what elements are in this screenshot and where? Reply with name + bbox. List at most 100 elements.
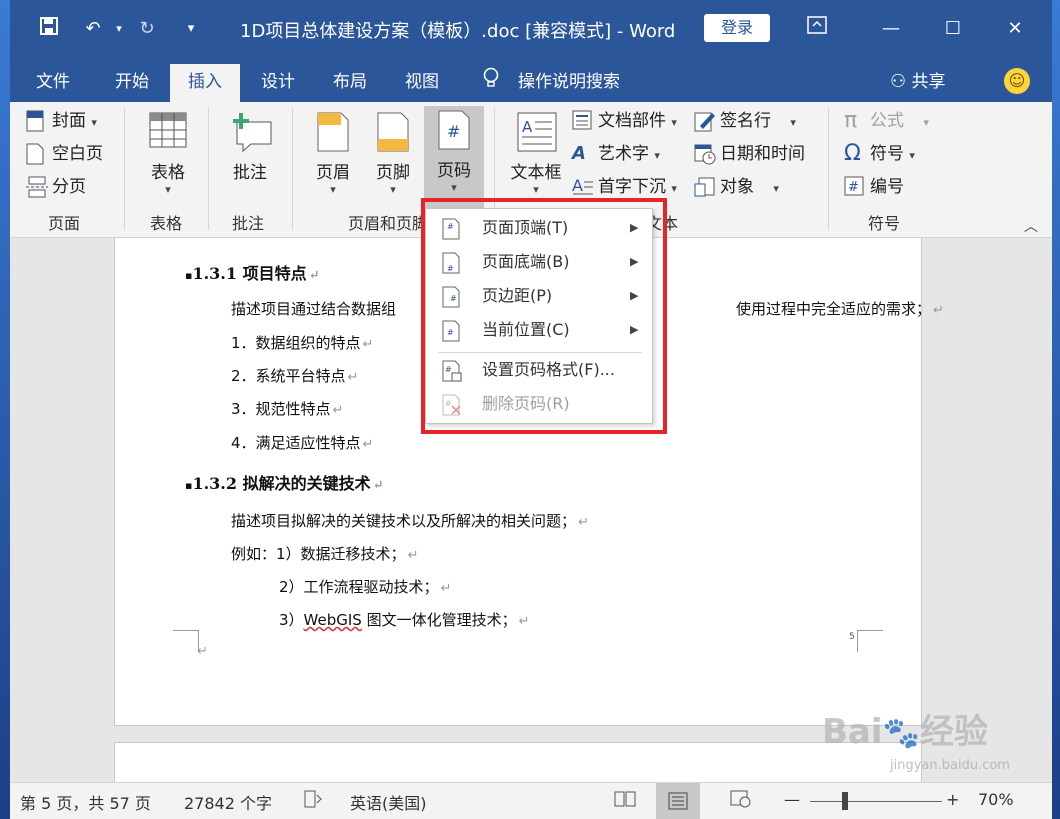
object-button[interactable]: 对象 ▾ [694, 172, 779, 202]
web-layout-icon[interactable] [730, 790, 752, 812]
redo-icon[interactable]: ↻ [134, 16, 160, 42]
symbol-button[interactable]: Ω 符号 ▾ [844, 139, 915, 169]
page-break-label: 分页 [52, 177, 86, 197]
blank-page-button[interactable]: 空白页 [26, 139, 103, 169]
status-bar: 第 5 页，共 57 页 27842 个字 英语(美国) — + 70% [10, 782, 1052, 819]
heading-1-3-1[interactable]: ▪1.3.1 项目特点 ↵ [185, 260, 320, 284]
share-label: 共享 [911, 72, 946, 92]
page-break-icon [26, 176, 48, 198]
signature-line-label: 签名行 [720, 111, 771, 131]
save-icon[interactable] [36, 16, 62, 42]
undo-icon[interactable]: ↶ [80, 16, 106, 42]
example-line[interactable]: 3）WebGIS 图文一体化管理技术； ↵ [279, 609, 530, 630]
page-number-icon: # [435, 110, 473, 150]
list-item[interactable]: 4．满足适应性特点 ↵ [231, 432, 373, 453]
cover-page-button[interactable]: 封面 ▾ [26, 106, 97, 136]
group-separator [208, 108, 209, 230]
proofing-icon[interactable] [304, 790, 326, 812]
list-item[interactable]: 2．系统平台特点 ↵ [231, 365, 358, 386]
group-label-pages: 页面 [48, 214, 81, 233]
word-count-status[interactable]: 27842 个字 [184, 790, 272, 814]
svg-text:#: # [447, 222, 454, 231]
footer-icon [374, 112, 412, 152]
page-count-status[interactable]: 第 5 页，共 57 页 [20, 790, 151, 814]
menu-item-page-margins[interactable]: # 页边距(P) ▶ [426, 279, 654, 313]
ribbon-display-options-icon[interactable] [802, 14, 832, 44]
omega-icon: Ω [844, 141, 861, 166]
blank-page-label: 空白页 [52, 144, 103, 164]
example-line[interactable]: 例如：1）数据迁移技术； ↵ [231, 543, 418, 564]
tab-insert[interactable]: 插入 [170, 64, 240, 102]
remove-page-number-icon: # [442, 394, 462, 416]
numbering-label: 编号 [870, 177, 904, 197]
paragraph-key-tech[interactable]: 描述项目拟解决的关键技术以及所解决的相关问题； ↵ [231, 510, 589, 531]
customize-toolbar-icon[interactable]: ▾ [178, 16, 204, 42]
tab-view[interactable]: 视图 [392, 64, 452, 102]
list-item[interactable]: 3．规范性特点 ↵ [231, 398, 343, 419]
tab-file[interactable]: 文件 [24, 64, 82, 102]
margin-corner-mark [173, 630, 199, 652]
language-status[interactable]: 英语(美国) [350, 790, 427, 814]
print-layout-button[interactable] [656, 783, 700, 819]
list-item[interactable]: 1．数据组织的特点 ↵ [231, 332, 373, 353]
menu-item-bottom-of-page[interactable]: # 页面底端(B) ▶ [426, 245, 654, 279]
header-button[interactable]: 页眉 ▾ [306, 108, 360, 208]
minimize-icon[interactable]: — [876, 14, 906, 44]
table-button[interactable]: 表格 ▾ [138, 108, 198, 208]
zoom-slider-thumb[interactable] [842, 792, 848, 810]
share-button[interactable]: ⚇ 共享 [890, 64, 946, 100]
svg-text:#: # [447, 264, 454, 273]
close-icon[interactable]: ✕ [1000, 14, 1030, 44]
wordart-button[interactable]: A 艺术字 ▾ [572, 139, 660, 169]
tab-layout[interactable]: 布局 [320, 64, 380, 102]
menu-item-format-page-numbers[interactable]: # 设置页码格式(F)... [426, 353, 654, 387]
drop-cap-button[interactable]: A 首字下沉 ▾ [572, 172, 677, 202]
next-page[interactable] [114, 742, 922, 782]
tab-home[interactable]: 开始 [102, 64, 162, 102]
page-number-button[interactable]: # 页码 ▾ [424, 106, 484, 210]
zoom-level[interactable]: 70% [978, 790, 1014, 809]
table-label: 表格 [151, 163, 185, 183]
footer-paragraph-mark: ↵ [197, 644, 208, 659]
footer-label: 页脚 [376, 163, 410, 183]
footer-button[interactable]: 页脚 ▾ [366, 108, 420, 208]
comment-button[interactable]: 批注 [220, 108, 280, 208]
numbering-button[interactable]: # 编号 [844, 172, 904, 202]
heading-1-3-2[interactable]: ▪1.3.2 拟解决的关键技术 ↵ [185, 470, 384, 494]
menu-item-remove-page-numbers[interactable]: # 删除页码(R) [426, 387, 654, 421]
page-number-field: 5 [849, 632, 855, 642]
group-label-header-footer: 页眉和页脚 [348, 214, 429, 233]
tell-me-search[interactable]: 操作说明搜索 [518, 64, 620, 100]
quick-parts-icon [572, 110, 594, 132]
collapse-ribbon-icon[interactable]: ︿ [1024, 216, 1038, 236]
example-line[interactable]: 2）工作流程驱动技术； ↵ [279, 576, 451, 597]
menu-item-top-of-page[interactable]: # 页面顶端(T) ▶ [426, 211, 654, 245]
feedback-smiley-icon[interactable]: ☺ [1004, 68, 1030, 94]
equation-button[interactable]: π 公式 ▾ [844, 106, 929, 136]
signature-line-button[interactable]: 签名行 ▾ [694, 106, 796, 136]
quick-parts-label: 文档部件 [598, 111, 666, 131]
text-box-button[interactable]: A 文本框 ▾ [504, 108, 568, 208]
read-mode-icon[interactable] [614, 790, 636, 812]
zoom-slider[interactable] [810, 801, 942, 802]
tab-design[interactable]: 设计 [248, 64, 308, 102]
maximize-icon[interactable]: ☐ [938, 14, 968, 44]
submenu-arrow-icon: ▶ [630, 323, 639, 336]
zoom-in-button[interactable]: + [946, 790, 959, 809]
svg-text:#: # [445, 399, 452, 408]
page-break-button[interactable]: 分页 [26, 172, 86, 202]
login-button[interactable]: 登录 [704, 14, 770, 42]
drop-cap-label: 首字下沉 [598, 177, 666, 197]
undo-dropdown-icon[interactable]: ▾ [106, 16, 132, 42]
equation-label: 公式 [870, 111, 904, 131]
lightbulb-icon[interactable] [482, 67, 500, 94]
person-add-icon: ⚇ [890, 71, 907, 92]
menu-item-current-position[interactable]: # 当前位置(C) ▶ [426, 313, 654, 347]
quick-parts-button[interactable]: 文档部件 ▾ [572, 106, 677, 136]
pi-icon: π [844, 108, 858, 133]
ribbon-tabs: 文件 开始 插入 设计 布局 视图 操作说明搜索 ⚇ 共享 ☺ [10, 58, 1052, 102]
format-page-number-icon: # [442, 360, 462, 382]
date-time-button[interactable]: 日期和时间 [694, 139, 805, 169]
group-label-symbols: 符号 [868, 214, 901, 233]
zoom-out-button[interactable]: — [784, 790, 800, 809]
